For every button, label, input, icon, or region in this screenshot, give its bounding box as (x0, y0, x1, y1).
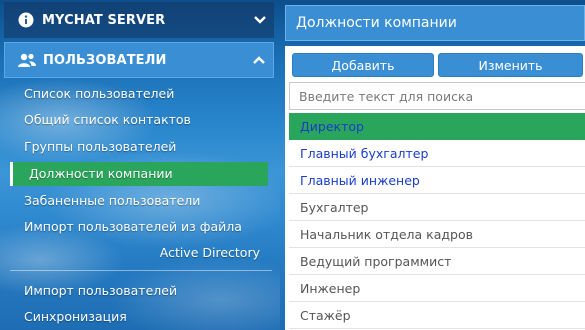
list-item[interactable]: Ведущий программист (289, 248, 585, 275)
divider (10, 270, 272, 271)
sidebar-item-user-groups[interactable]: Группы пользователей (24, 135, 176, 159)
positions-panel: Добавить Изменить Директор Главный бухга… (285, 46, 585, 330)
sidebar-item-user-list[interactable]: Список пользователей (24, 82, 174, 106)
list-item[interactable]: Начальник отдела кадров (289, 221, 585, 248)
positions-list: Директор Главный бухгалтер Главный инжен… (289, 113, 585, 329)
list-item[interactable]: Стажёр (289, 302, 585, 329)
sidebar-item-ad-sync[interactable]: Синхронизация (24, 305, 127, 329)
list-item[interactable]: Главный бухгалтер (289, 140, 585, 167)
sidebar: MYCHAT SERVER ПОЛЬЗОВАТЕЛИ Список пользо… (0, 0, 278, 330)
search-input[interactable] (289, 82, 585, 110)
section-mychat-server[interactable]: MYCHAT SERVER (4, 2, 274, 38)
add-button[interactable]: Добавить (292, 53, 434, 77)
page-title: Должности компании (285, 5, 585, 41)
list-item[interactable]: Директор (289, 113, 585, 140)
sidebar-item-ad-import[interactable]: Импорт пользователей (24, 279, 177, 303)
list-item[interactable]: Инженер (289, 275, 585, 302)
list-item[interactable]: Бухгалтер (289, 194, 585, 221)
sidebar-item-contact-list[interactable]: Общий список контактов (24, 108, 191, 132)
info-icon (12, 12, 40, 28)
section-users[interactable]: ПОЛЬЗОВАТЕЛИ (4, 42, 274, 78)
section-title: ПОЛЬЗОВАТЕЛИ (43, 52, 167, 68)
users-icon (13, 52, 41, 68)
active-directory-heading: Active Directory (159, 245, 260, 260)
sidebar-item-import-from-file[interactable]: Импорт пользователей из файла (24, 215, 242, 239)
chevron-down-icon[interactable] (246, 15, 274, 25)
chevron-up-icon[interactable] (245, 55, 273, 65)
sidebar-item-company-positions[interactable]: Должности компании (10, 162, 268, 186)
edit-button[interactable]: Изменить (438, 53, 583, 77)
list-item[interactable]: Главный инженер (289, 167, 585, 194)
section-title: MYCHAT SERVER (42, 12, 166, 28)
sidebar-item-banned-users[interactable]: Забаненные пользователи (24, 189, 200, 213)
